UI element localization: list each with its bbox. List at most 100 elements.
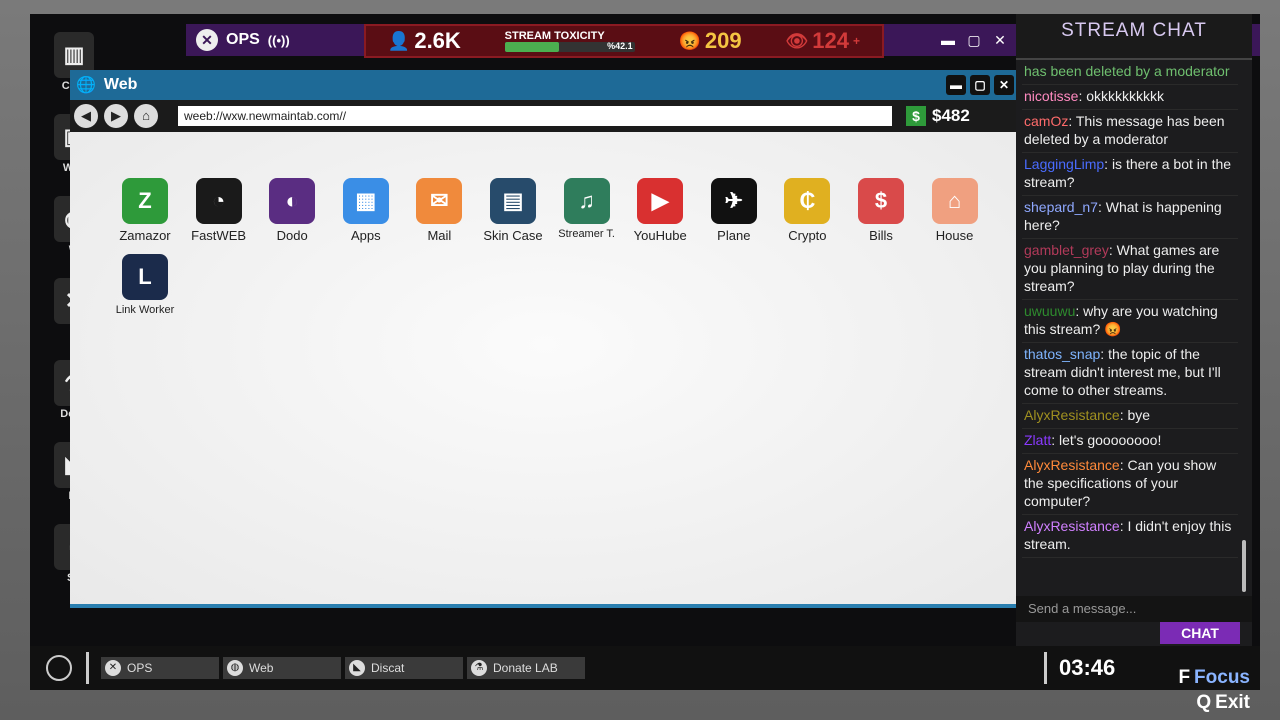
minimize-icon[interactable]: ▬ (938, 30, 958, 50)
focus-hint: F Focus (1178, 667, 1250, 689)
taskbar-item[interactable]: ◍ Web (223, 657, 341, 679)
watching-suffix: + (853, 34, 861, 48)
app-icon: ▶ (637, 178, 684, 224)
monitor-frame: ▥Com▣Wall◍W✕O⚗Dona◣Di◑Sn ✕ OPS ((•)) 👤 2… (0, 0, 1280, 720)
chat-username[interactable]: camOz (1024, 113, 1068, 129)
viewer-count-value: 2.6K (414, 28, 461, 53)
cat-icon: ◣ (349, 660, 365, 676)
app-label: FastWEB (191, 228, 247, 243)
chat-username[interactable]: AlyxResistance (1024, 407, 1120, 423)
balance-value: $482 (932, 106, 970, 125)
chat-message: gamblet_grey: What games are you plannin… (1022, 239, 1238, 300)
app-icon: L (122, 254, 168, 300)
chat-text: : okkkkkkkkkk (1078, 88, 1165, 104)
app-mail[interactable]: ✉ Mail (402, 178, 476, 243)
screen: ▥Com▣Wall◍W✕O⚗Dona◣Di◑Sn ✕ OPS ((•)) 👤 2… (30, 14, 1260, 690)
close-icon[interactable]: ✕ (994, 75, 1014, 95)
chat-message: camOz: This message has been deleted by … (1022, 110, 1238, 153)
close-icon[interactable]: ✕ (990, 30, 1010, 50)
chat-message: AlyxResistance: Can you show the specifi… (1022, 454, 1238, 515)
app-house[interactable]: ⌂ House (918, 178, 992, 243)
watching-count: 👁 124 + (785, 28, 860, 54)
app-icon: ◐ (269, 178, 316, 224)
ops-logo[interactable]: ✕ OPS ((•)) (186, 29, 290, 51)
start-button[interactable] (46, 655, 72, 681)
app-bills[interactable]: $ Bills (844, 178, 918, 243)
web-apps-grid: Z Zamazor ◔ FastWEB ◐ Dodo ▦ Apps ✉ Mail ▤ Skin Cas… (70, 132, 1020, 604)
person-icon: 👤 (387, 30, 411, 51)
app-zamazor[interactable]: Z Zamazor (108, 178, 182, 243)
taskbar: ✕ OPS ◍ Web ◣ Discat ⚗ Donate LAB 03:46 (30, 646, 1260, 690)
chat-input[interactable]: Send a message... (1016, 596, 1252, 622)
toxicity-bar: %42.1 (504, 41, 635, 52)
app-label: Crypto (788, 228, 827, 243)
app-crypto[interactable]: ₵ Crypto (770, 178, 844, 243)
app-fastweb[interactable]: ◔ FastWEB (182, 178, 256, 243)
chat-username[interactable]: LaggingLimp (1024, 156, 1104, 172)
chat-username[interactable]: AlyxResistance (1024, 518, 1120, 534)
dollar-icon: $ (906, 106, 926, 126)
toxicity-fill (504, 42, 560, 52)
app-icon: ₵ (784, 178, 831, 224)
app-dodo[interactable]: ◐ Dodo (255, 178, 329, 243)
chat-username[interactable]: gamblet_grey (1024, 242, 1109, 258)
app-label: Skin Case (483, 228, 543, 243)
app-skin-case[interactable]: ▤ Skin Case (476, 178, 550, 243)
minimize-icon[interactable]: ▬ (946, 75, 966, 95)
chat-username[interactable]: Zlatt (1024, 432, 1051, 448)
focus-label: Focus (1194, 667, 1250, 688)
taskbar-item[interactable]: ✕ OPS (101, 657, 219, 679)
chat-messages: has been deleted by a moderator nicotisse… (1022, 60, 1238, 594)
chat-username[interactable]: AlyxResistance (1024, 457, 1120, 473)
maximize-icon[interactable]: ▢ (970, 75, 990, 95)
app-link-worker[interactable]: L Link Worker (108, 254, 182, 316)
subscriber-count: 😡 209 (678, 28, 741, 54)
chat-scrollbar[interactable] (1242, 540, 1246, 592)
app-icon: ✉ (416, 178, 463, 224)
chat-username[interactable]: uwuuwu (1024, 303, 1075, 319)
url-bar[interactable]: weeb://wxw.newmaintab.com// (178, 106, 892, 126)
chat-message: AlyxResistance: bye (1022, 404, 1238, 429)
app-label: Mail (427, 228, 452, 243)
eye-icon: 👁 (785, 30, 809, 51)
exit-label: Exit (1215, 692, 1250, 713)
app-icon: Z (122, 178, 168, 224)
viewer-count: 👤 2.6K (388, 28, 461, 54)
chat-message: has been deleted by a moderator (1022, 60, 1238, 85)
taskbar-item-label: Discat (371, 661, 405, 675)
app-icon: $ (858, 178, 904, 224)
ops-label: OPS (226, 31, 260, 48)
globe-icon: 🌐 (76, 77, 96, 94)
app-icon: ▦ (342, 178, 389, 224)
chat-title: STREAM CHAT (1016, 14, 1252, 60)
maximize-icon[interactable]: ▢ (964, 30, 984, 50)
forward-arrow-icon[interactable]: ▶ (104, 104, 128, 128)
toxicity-meter: STREAM TOXICITY %42.1 (504, 30, 635, 52)
chat-send-button[interactable]: CHAT (1160, 622, 1240, 644)
ops-icon: ✕ (196, 29, 218, 51)
taskbar-item[interactable]: ⚗ Donate LAB (467, 657, 585, 679)
chat-message: AlyxResistance: I didn't enjoy this stre… (1022, 515, 1238, 558)
chat-username[interactable]: nicotisse (1024, 88, 1078, 104)
browser-nav: ◀ ▶ ⌂ weeb://wxw.newmaintab.com// $ $482 (70, 100, 1020, 132)
taskbar-item[interactable]: ◣ Discat (345, 657, 463, 679)
web-titlebar[interactable]: 🌐 Web ▬ ▢ ✕ (70, 70, 1020, 100)
web-window-controls: ▬ ▢ ✕ (946, 75, 1020, 95)
app-plane[interactable]: ✈ Plane (697, 178, 771, 243)
app-youhube[interactable]: ▶ YouHube (623, 178, 697, 243)
chat-username[interactable]: thatos_snap (1024, 346, 1100, 362)
app-apps[interactable]: ▦ Apps (329, 178, 403, 243)
taskbar-item-label: OPS (127, 661, 153, 675)
app-streamer-t[interactable]: ♫ Streamer T. (550, 178, 624, 240)
back-arrow-icon[interactable]: ◀ (74, 104, 98, 128)
web-icon: ◍ (227, 660, 243, 676)
chat-username[interactable]: shepard_n7 (1024, 199, 1098, 215)
chat-message: shepard_n7: What is happening here? (1022, 196, 1238, 239)
app-icon: ▤ (490, 178, 536, 224)
home-icon[interactable]: ⌂ (134, 104, 158, 128)
focus-key: F (1178, 667, 1191, 688)
app-label: Dodo (276, 228, 308, 243)
chat-message: uwuuwu: why are you watching this stream… (1022, 300, 1238, 343)
clock: 03:46 (1044, 652, 1115, 684)
web-title: Web (103, 76, 138, 93)
